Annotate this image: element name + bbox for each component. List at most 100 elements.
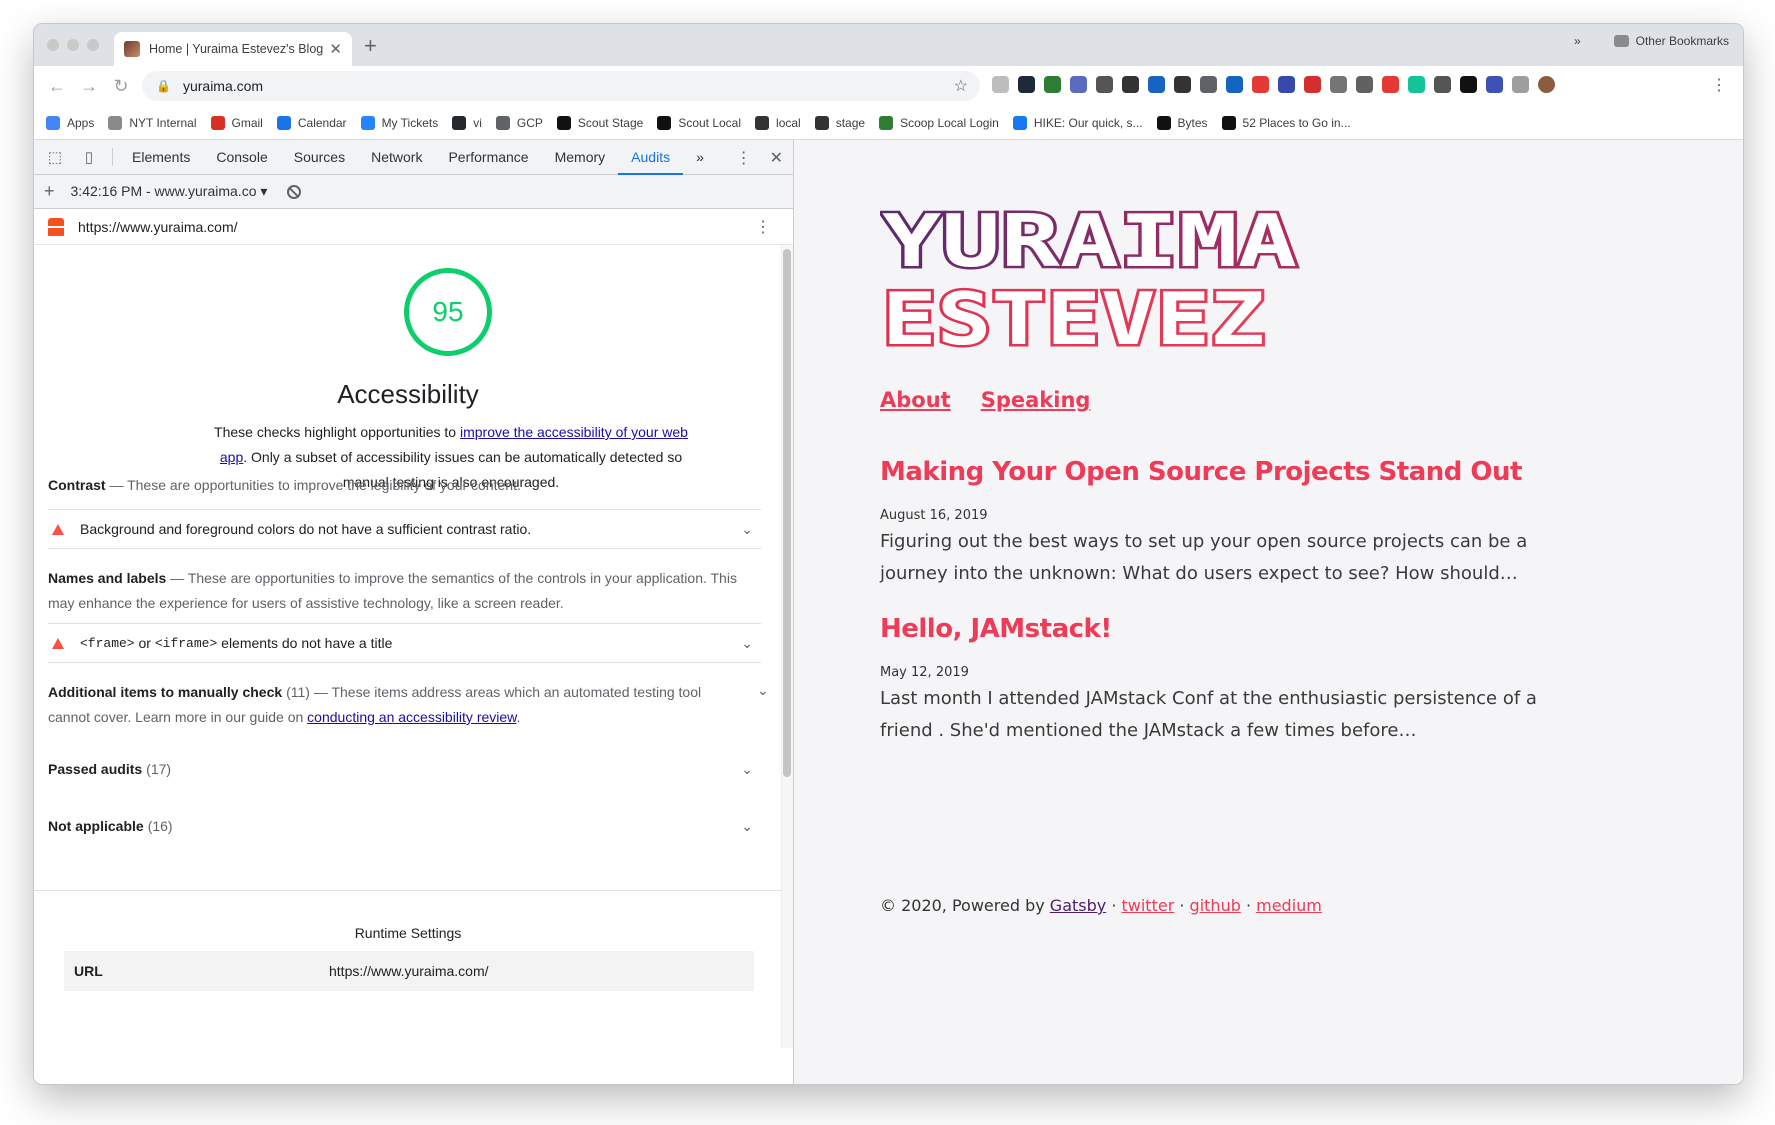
devtools-menu-icon[interactable]: ⋮	[736, 148, 752, 168]
report-selector[interactable]: 3:42:16 PM - www.yuraima.co ▾	[71, 183, 268, 200]
tab-elements[interactable]: Elements	[119, 140, 203, 175]
audit-frame-title[interactable]: <frame> or <iframe> elements do not have…	[48, 623, 761, 663]
extension-icon[interactable]	[1252, 76, 1269, 93]
extension-icon[interactable]	[1200, 76, 1217, 93]
bookmark-item[interactable]: HIKE: Our quick, s...	[1012, 115, 1143, 130]
medium-link[interactable]: medium	[1256, 896, 1322, 915]
github-link[interactable]: github	[1190, 896, 1241, 915]
post-title-link[interactable]: Making Your Open Source Projects Stand O…	[880, 457, 1522, 487]
devtools-close-icon[interactable]: ✕	[770, 148, 783, 168]
extension-icon[interactable]	[1226, 76, 1243, 93]
bookmark-item[interactable]: local	[755, 115, 801, 130]
extension-icon[interactable]	[1044, 76, 1061, 93]
extension-icon[interactable]	[1486, 76, 1503, 93]
forward-button[interactable]: →	[73, 76, 105, 97]
devtools-tabbar: ⬚ ▯ Elements Console Sources Network Per…	[34, 140, 793, 175]
score-value: 95	[432, 296, 464, 327]
back-button[interactable]: ←	[41, 76, 73, 97]
extension-icon[interactable]	[1408, 76, 1425, 93]
a11y-review-link[interactable]: conducting an accessibility review	[307, 709, 516, 725]
inspect-element-icon[interactable]: ⬚	[38, 148, 72, 166]
chevron-down-icon[interactable]: ⌄	[741, 635, 753, 652]
more-tabs-button[interactable]: »	[683, 140, 717, 175]
not-applicable-group[interactable]: Not applicable (16) ⌄	[48, 818, 761, 835]
new-tab-button[interactable]: +	[364, 33, 377, 59]
report-url[interactable]: https://www.yuraima.com/	[78, 219, 238, 235]
new-audit-button[interactable]: +	[44, 181, 55, 202]
post-title-link[interactable]: Hello, JAMstack!	[880, 614, 1112, 644]
address-bar[interactable]: 🔒 yuraima.com ☆	[142, 71, 980, 101]
extension-icon[interactable]	[1122, 76, 1139, 93]
divider	[112, 148, 113, 166]
score-gauge: 95	[404, 268, 492, 356]
chevron-down-icon[interactable]: ⌄	[741, 521, 753, 538]
report-menu-icon[interactable]: ⋮	[755, 217, 771, 237]
lighthouse-icon	[48, 217, 64, 236]
address-url[interactable]: yuraima.com	[183, 78, 263, 94]
bookmark-item[interactable]: NYT Internal	[108, 115, 197, 130]
bookmark-star-icon[interactable]: ☆	[954, 76, 968, 96]
bookmark-item[interactable]: vi	[452, 115, 482, 130]
passed-audits-group[interactable]: Passed audits (17) ⌄	[48, 761, 761, 778]
maximize-window-button[interactable]	[87, 39, 99, 51]
extension-icon[interactable]	[992, 76, 1009, 93]
website-viewport: YURAIMA ESTEVEZ About Speaking Making Yo…	[794, 140, 1743, 1084]
chevron-down-icon[interactable]: ⌄	[757, 682, 785, 699]
bookmark-item[interactable]: Apps	[46, 115, 94, 130]
bookmark-item[interactable]: Gmail	[210, 115, 263, 130]
bookmark-item[interactable]: GCP	[495, 115, 543, 130]
extension-icon[interactable]	[1434, 76, 1451, 93]
bookmark-item[interactable]: 52 Places to Go in...	[1221, 115, 1351, 130]
minimize-window-button[interactable]	[67, 39, 79, 51]
close-window-button[interactable]	[47, 39, 59, 51]
tab-performance[interactable]: Performance	[435, 140, 541, 175]
audit-color-contrast[interactable]: Background and foreground colors do not …	[48, 509, 761, 549]
folder-icon	[1613, 35, 1629, 47]
audit-report: 95 Accessibility These checks highlight …	[34, 245, 793, 1048]
browser-tab[interactable]: Home | Yuraima Estevez's Blog ✕	[114, 32, 352, 66]
extension-icon[interactable]	[1096, 76, 1113, 93]
extension-icon[interactable]	[1148, 76, 1165, 93]
clear-reports-icon[interactable]	[287, 184, 302, 199]
tab-console[interactable]: Console	[203, 140, 280, 175]
extension-icon[interactable]	[1070, 76, 1087, 93]
extension-icon[interactable]	[1382, 76, 1399, 93]
profile-avatar[interactable]	[1538, 76, 1555, 93]
gatsby-link[interactable]: Gatsby	[1050, 896, 1106, 915]
chevron-down-icon[interactable]: ⌄	[741, 818, 753, 835]
extension-icon[interactable]	[1174, 76, 1191, 93]
tab-audits[interactable]: Audits	[618, 140, 684, 175]
extension-icon[interactable]	[1512, 76, 1529, 93]
group-title: Not applicable	[48, 818, 144, 834]
extension-icon[interactable]	[1356, 76, 1373, 93]
bookmark-item[interactable]: Scout Stage	[556, 115, 643, 130]
bookmark-item[interactable]: Scout Local	[657, 115, 741, 130]
bookmark-item[interactable]: stage	[814, 115, 865, 130]
tab-memory[interactable]: Memory	[542, 140, 619, 175]
other-bookmarks[interactable]: Other Bookmarks	[1613, 34, 1729, 48]
site-logo[interactable]: YURAIMA ESTEVEZ	[880, 200, 1320, 350]
tab-network[interactable]: Network	[358, 140, 435, 175]
bookmark-item[interactable]: Bytes	[1156, 115, 1208, 130]
bookmarks-overflow-button[interactable]: »	[1574, 34, 1581, 48]
tab-close-icon[interactable]: ✕	[329, 40, 342, 58]
extension-icon[interactable]	[1304, 76, 1321, 93]
manual-checks-group[interactable]: Additional items to manually check (11) …	[48, 680, 738, 730]
extension-icon[interactable]	[1018, 76, 1035, 93]
extension-icon[interactable]	[1460, 76, 1477, 93]
bookmark-item[interactable]: Calendar	[276, 115, 347, 130]
nav-speaking-link[interactable]: Speaking	[981, 388, 1091, 412]
twitter-link[interactable]: twitter	[1122, 896, 1175, 915]
bookmark-item[interactable]: My Tickets	[360, 115, 438, 130]
extension-icon[interactable]	[1278, 76, 1295, 93]
bookmark-item[interactable]: Scoop Local Login	[879, 115, 999, 130]
chrome-menu-icon[interactable]: ⋮	[1711, 75, 1727, 95]
device-toolbar-icon[interactable]: ▯	[72, 148, 106, 166]
chevron-down-icon[interactable]: ⌄	[741, 761, 753, 778]
extension-icon[interactable]	[1330, 76, 1347, 93]
nav-about-link[interactable]: About	[880, 388, 951, 412]
fail-triangle-icon	[52, 637, 64, 649]
reload-button[interactable]: ↻	[105, 76, 137, 97]
tab-sources[interactable]: Sources	[281, 140, 358, 175]
bookmark-favicon-icon	[452, 115, 467, 130]
